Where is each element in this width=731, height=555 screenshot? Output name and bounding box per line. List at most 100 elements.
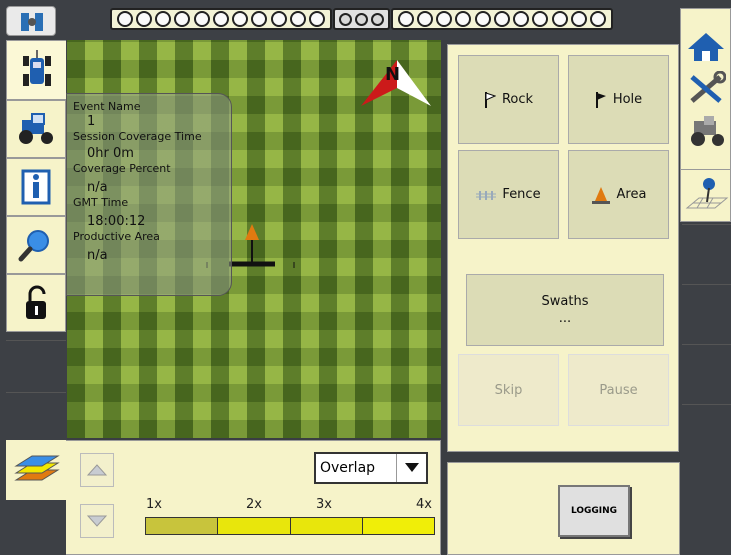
section-led xyxy=(232,11,249,27)
section-led xyxy=(397,11,414,27)
tractor-settings-icon[interactable] xyxy=(686,115,726,147)
section-led xyxy=(135,11,152,27)
section-led xyxy=(590,11,607,27)
event-name-value: 1 xyxy=(87,114,96,129)
section-led xyxy=(493,11,510,27)
scale-segment xyxy=(218,518,291,534)
gmt-time-value: 18:00:12 xyxy=(87,214,146,229)
chevron-down-icon xyxy=(396,454,426,482)
home-icon[interactable] xyxy=(686,31,726,63)
triangle-down-icon xyxy=(87,515,107,527)
tab-mapping[interactable] xyxy=(680,170,731,222)
tab-info[interactable] xyxy=(6,158,66,216)
triangle-up-icon xyxy=(87,464,107,476)
section-status-center xyxy=(333,8,390,30)
section-status-right xyxy=(391,8,613,30)
section-led xyxy=(416,11,433,27)
scale-segment xyxy=(146,518,219,534)
section-led xyxy=(455,11,472,27)
coverage-time-value: 0hr 0m xyxy=(87,146,134,161)
gps-status-button[interactable] xyxy=(6,6,56,36)
legend-mode-select[interactable]: Overlap xyxy=(314,452,428,484)
session-info-panel: Event Name 1 Session Coverage Time 0hr 0… xyxy=(66,93,232,296)
magnifier-icon xyxy=(18,230,49,262)
productive-area-label: Productive Area xyxy=(73,230,160,243)
hole-button[interactable]: Hole xyxy=(568,55,669,144)
tab-vehicle[interactable] xyxy=(6,100,66,158)
scroll-up-button[interactable] xyxy=(80,453,114,487)
section-led xyxy=(513,11,530,27)
skip-label: Skip xyxy=(494,382,523,398)
section-led xyxy=(370,12,384,26)
rock-button[interactable]: Rock xyxy=(458,55,559,144)
empty-slot xyxy=(682,284,731,342)
tab-search[interactable] xyxy=(6,216,66,274)
tab-lock[interactable] xyxy=(6,274,66,332)
compass-letter: N xyxy=(385,64,400,85)
map-pin-grid-icon xyxy=(685,177,728,208)
layers-button[interactable] xyxy=(6,440,66,500)
section-led xyxy=(571,11,588,27)
gmt-time-label: GMT Time xyxy=(73,196,129,209)
section-led xyxy=(532,11,549,27)
tractor-icon xyxy=(19,113,53,144)
empty-slot xyxy=(682,404,731,462)
section-led xyxy=(116,11,133,27)
coverage-percent-label: Coverage Percent xyxy=(73,162,171,175)
section-led xyxy=(339,12,353,26)
flag-outline-icon xyxy=(484,91,496,108)
productive-area-value: n/a xyxy=(87,248,108,263)
scale-label: 3x xyxy=(316,497,332,512)
logging-label: LOGGING xyxy=(570,506,618,516)
scale-segment xyxy=(362,518,434,534)
empty-slot xyxy=(682,224,731,282)
overlap-scale-bar xyxy=(145,517,435,535)
swaths-button[interactable]: Swaths ... xyxy=(466,274,664,346)
empty-slot xyxy=(6,500,66,555)
coverage-time-label: Session Coverage Time xyxy=(73,130,202,143)
layers-icon xyxy=(14,455,60,481)
event-name-label: Event Name xyxy=(73,100,141,113)
empty-slot xyxy=(682,344,731,402)
skip-button[interactable]: Skip xyxy=(458,354,559,426)
section-led xyxy=(551,11,568,27)
main-menu-group xyxy=(680,8,731,170)
section-led xyxy=(251,11,268,27)
section-status-left xyxy=(110,8,332,30)
area-button[interactable]: Area xyxy=(568,150,669,239)
fence-label: Fence xyxy=(502,187,541,202)
fence-icon xyxy=(476,190,497,200)
scale-segment xyxy=(290,518,363,534)
pause-label: Pause xyxy=(599,382,638,398)
scale-label: 2x xyxy=(246,497,262,512)
coverage-percent-value: n/a xyxy=(87,180,108,195)
section-led xyxy=(309,11,326,27)
tab-guidance[interactable] xyxy=(6,40,66,100)
scale-label: 1x xyxy=(146,497,162,512)
scale-label: 4x xyxy=(416,497,432,512)
flag-filled-icon xyxy=(595,91,606,108)
fence-button[interactable]: Fence xyxy=(458,150,559,239)
section-led xyxy=(354,12,368,26)
section-led xyxy=(270,11,287,27)
swaths-label: Swaths xyxy=(541,294,589,309)
section-led xyxy=(212,11,229,27)
swaths-value: ... xyxy=(558,311,572,326)
unlock-icon xyxy=(26,285,46,319)
tractor-top-view-icon xyxy=(22,50,51,86)
tools-icon[interactable] xyxy=(686,71,726,107)
hole-label: Hole xyxy=(612,92,643,107)
pause-button[interactable]: Pause xyxy=(568,354,669,426)
section-led xyxy=(474,11,491,27)
legend-mode-value: Overlap xyxy=(320,460,376,476)
section-led xyxy=(290,11,307,27)
scroll-down-button[interactable] xyxy=(80,504,114,538)
empty-slot xyxy=(6,392,66,438)
section-led xyxy=(436,11,453,27)
section-led xyxy=(193,11,210,27)
compass-north-icon: N xyxy=(361,60,431,106)
satellite-icon xyxy=(21,13,43,31)
section-led xyxy=(174,11,191,27)
logging-button[interactable]: LOGGING xyxy=(558,485,630,537)
section-led xyxy=(155,11,172,27)
